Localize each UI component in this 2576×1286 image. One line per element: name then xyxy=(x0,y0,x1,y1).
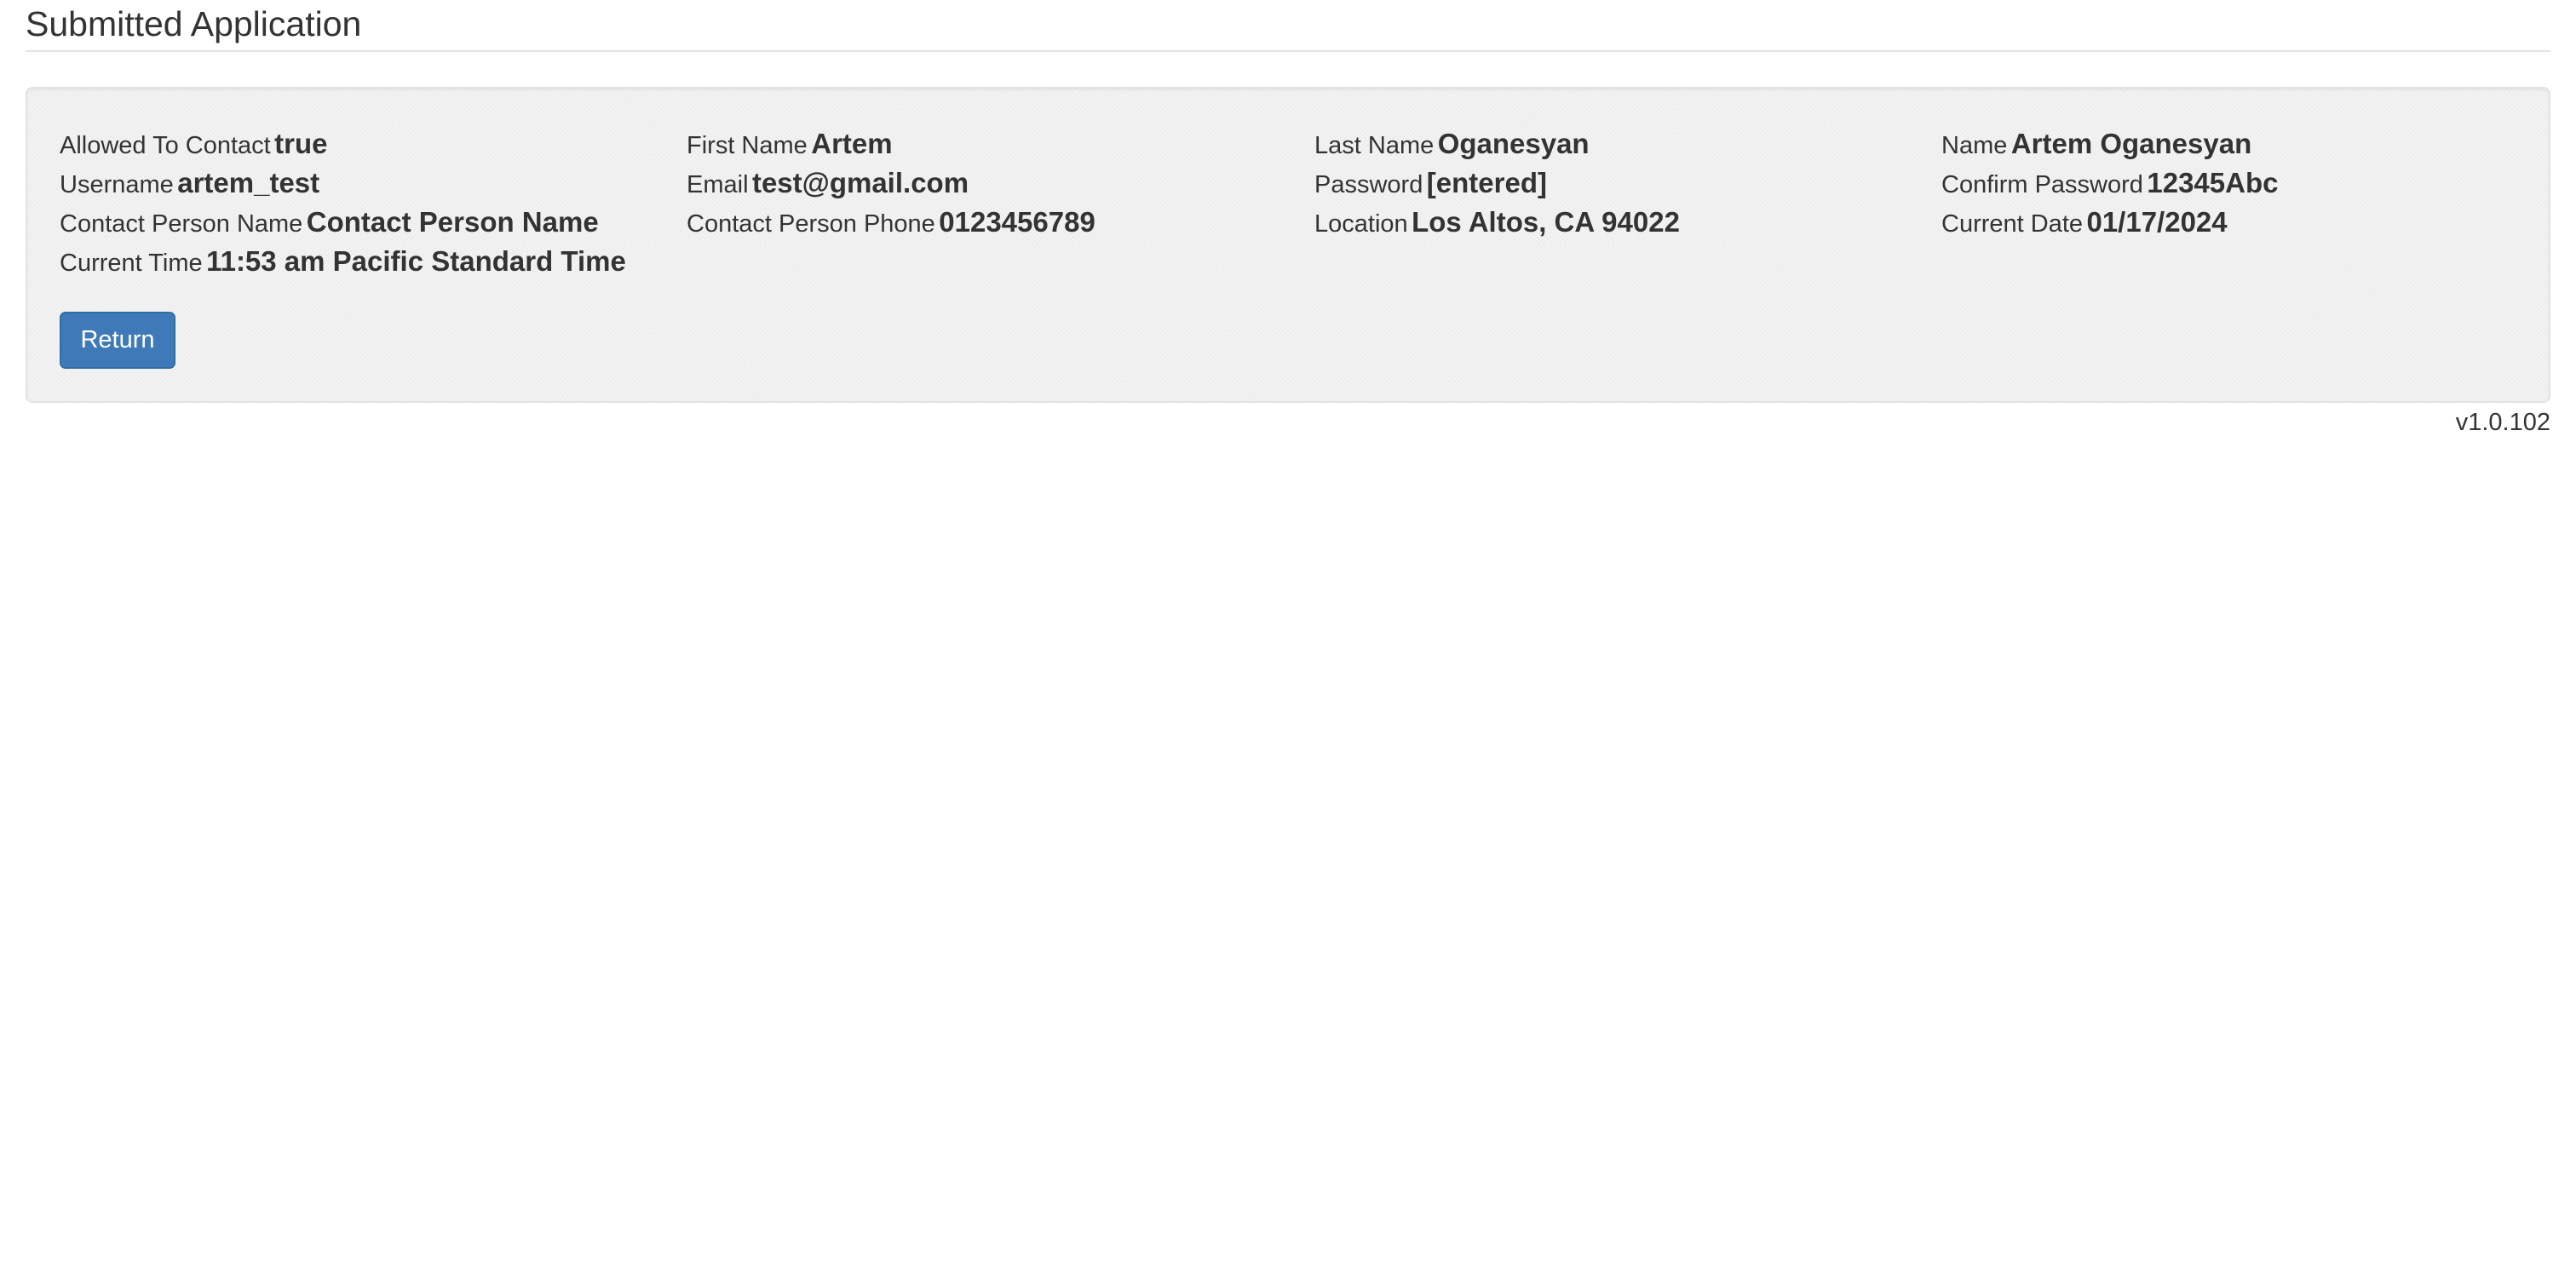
field-value: [entered] xyxy=(1426,167,1547,198)
page: Submitted Application Allowed To Contact… xyxy=(0,0,2576,1286)
field-current-time: Current Time 11:53 am Pacific Standard T… xyxy=(60,242,626,287)
page-title: Submitted Application xyxy=(26,4,362,43)
field-value: test@gmail.com xyxy=(751,167,969,198)
summary-row: Allowed To Contact true First Name Artem… xyxy=(60,124,2530,164)
field-label: Username xyxy=(60,171,174,198)
field-label: Name xyxy=(1941,132,2008,159)
field-label: Contact Person Phone xyxy=(687,210,935,238)
application-summary-panel: Allowed To Contact true First Name Artem… xyxy=(26,87,2550,403)
version-label: v1.0.102 xyxy=(2455,409,2550,436)
return-button[interactable]: Return xyxy=(60,312,175,369)
field-label: Current Date xyxy=(1941,210,2084,238)
field-value: Contact Person Name xyxy=(306,206,599,238)
page-header: Submitted Application xyxy=(26,0,2550,52)
field-value: 12345Abc xyxy=(2147,167,2279,198)
field-label: Location xyxy=(1314,210,1408,238)
summary-row: Contact Person Name Contact Person Name … xyxy=(60,203,2530,242)
field-label: Contact Person Name xyxy=(60,210,303,238)
field-value: Los Altos, CA 94022 xyxy=(1412,206,1680,238)
field-label: Confirm Password xyxy=(1941,171,2143,198)
field-label: Last Name xyxy=(1314,132,1435,159)
field-value: artem_test xyxy=(177,167,320,198)
summary-row: Current Time 11:53 am Pacific Standard T… xyxy=(60,242,2530,281)
field-label: Current Time xyxy=(60,250,203,277)
field-value: 01/17/2024 xyxy=(2086,206,2228,238)
field-value: Oganesyan xyxy=(1437,128,1590,159)
field-value: 11:53 am Pacific Standard Time xyxy=(206,245,626,277)
field-label: Allowed To Contact xyxy=(60,132,271,159)
field-value: Artem xyxy=(811,128,893,159)
field-label: First Name xyxy=(687,132,808,159)
field-value: 0123456789 xyxy=(939,206,1095,238)
summary-row: Username artem_test Email test@gmail.com… xyxy=(60,164,2530,203)
field-value: true xyxy=(274,128,328,159)
field-value: Artem Oganesyan xyxy=(2010,128,2252,159)
field-label: Email xyxy=(687,171,749,198)
field-label: Password xyxy=(1314,171,1423,198)
